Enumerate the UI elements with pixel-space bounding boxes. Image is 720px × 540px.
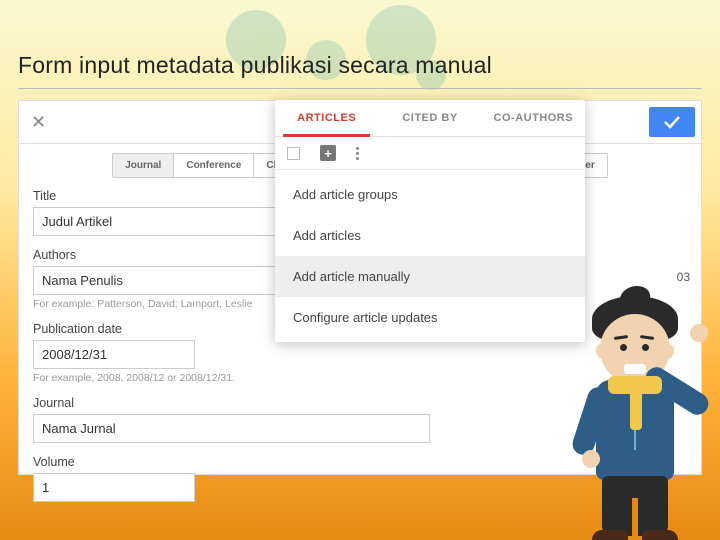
slide-heading: Form input metadata publikasi secara man… bbox=[18, 52, 702, 79]
tab-cited-by[interactable]: CITED BY bbox=[378, 100, 481, 136]
pubtype-conference[interactable]: Conference bbox=[174, 154, 254, 177]
menu-add-article-groups[interactable]: Add article groups bbox=[275, 174, 585, 215]
add-icon[interactable]: + bbox=[320, 145, 336, 161]
menu-configure-article-updates[interactable]: Configure article updates bbox=[275, 297, 585, 338]
menu-add-articles[interactable]: Add articles bbox=[275, 215, 585, 256]
pubtype-journal[interactable]: Journal bbox=[113, 154, 174, 177]
articles-popup: ARTICLESCITED BYCO-AUTHORS + Add article… bbox=[275, 100, 585, 342]
volume-input[interactable]: 1 bbox=[33, 473, 195, 502]
more-icon[interactable] bbox=[356, 147, 359, 160]
tab-co-authors[interactable]: CO-AUTHORS bbox=[482, 100, 585, 136]
close-icon[interactable]: ✕ bbox=[31, 112, 46, 133]
select-all-checkbox[interactable] bbox=[287, 147, 300, 160]
popup-tabs: ARTICLESCITED BYCO-AUTHORS bbox=[275, 100, 585, 137]
tab-articles[interactable]: ARTICLES bbox=[275, 100, 378, 136]
menu-add-article-manually[interactable]: Add article manually bbox=[275, 256, 585, 297]
popup-toolstrip: + bbox=[275, 137, 585, 170]
confirm-button[interactable] bbox=[649, 107, 695, 137]
cartoon-character bbox=[562, 286, 712, 540]
pubdate-input[interactable]: 2008/12/31 bbox=[33, 340, 195, 369]
add-menu: Add article groupsAdd articlesAdd articl… bbox=[275, 170, 585, 342]
background-text-fragment: 03 bbox=[677, 270, 690, 284]
journal-input[interactable]: Nama Jurnal bbox=[33, 414, 430, 443]
heading-underline bbox=[18, 88, 702, 89]
